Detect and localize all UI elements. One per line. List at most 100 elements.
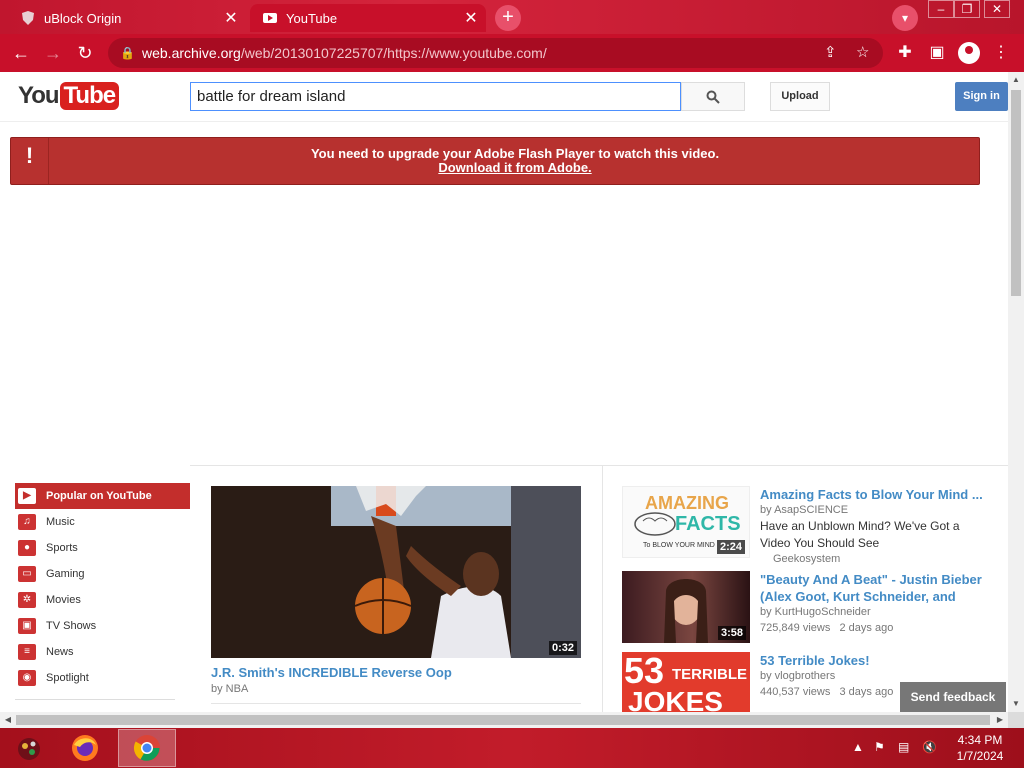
new-tab-button[interactable]: + [495,5,521,31]
guide-item-label: Music [46,516,75,528]
side-video-item[interactable]: 3:58 "Beauty And A Beat" - Justin Bieber… [622,571,992,646]
sports-ball-icon: ● [18,540,36,556]
address-bar[interactable]: 🔒 web.archive.org/web/20130107225707/htt… [108,38,883,68]
video-duration: 2:24 [716,540,745,554]
side-video-title[interactable]: 53 Terrible Jokes! [760,652,992,669]
side-video-thumbnail[interactable]: 3:58 [622,571,750,643]
view-count: 725,849 views [760,622,831,634]
video-feed: 0:32 J.R. Smith's INCREDIBLE Reverse Oop… [190,465,1008,712]
minimize-icon[interactable]: – [928,0,954,18]
guide-item-gaming[interactable]: ▭ Gaming [15,561,190,587]
side-video-thumbnail[interactable]: 53 TERRIBLE JOKES [622,652,750,712]
feed-divider [602,466,603,712]
guide-item-tv-shows[interactable]: ▣ TV Shows [15,613,190,639]
logo-you: You [18,82,60,109]
guide-item-news[interactable]: ≡ News [15,639,190,665]
send-feedback-button[interactable]: Send feedback [900,682,1006,712]
scroll-up-icon[interactable]: ▲ [1008,72,1024,88]
upload-age: 3 days ago [839,686,894,698]
brain-icon [634,512,676,536]
download-adobe-link[interactable]: Download it from Adobe. [51,161,979,175]
guide-item-sports[interactable]: ● Sports [15,535,190,561]
guide-item-label: News [46,646,74,658]
side-video-channel[interactable]: by KurtHugoSchneider [760,605,992,620]
youtube-favicon-icon [262,10,278,26]
tab-title: uBlock Origin [44,10,122,26]
network-icon[interactable]: ▤ [898,740,909,754]
side-video-item[interactable]: AMAZING FACTS To BLOW YOUR MIND 2:24 Ama… [622,486,992,566]
close-tab-icon[interactable]: ✕ [460,8,482,28]
share-icon[interactable]: ⇪ [824,38,837,68]
alert-exclamation-icon: ! [11,138,49,184]
side-video-title[interactable]: Amazing Facts to Blow Your Mind ... [760,486,992,503]
tab-title: YouTube [286,10,338,26]
search-input[interactable]: battle for dream island [190,82,681,111]
guide-item-spotlight[interactable]: ◉ Spotlight [15,665,190,691]
video-duration: 3:58 [717,626,746,640]
ublock-favicon-icon [20,10,36,26]
scroll-right-icon[interactable]: ▶ [992,712,1008,728]
guide-item-movies[interactable]: ✲ Movies [15,587,190,613]
thumb-text: To BLOW YOUR MIND [643,542,715,549]
close-window-icon[interactable]: ✕ [984,0,1010,18]
back-arrow-icon[interactable]: ← [8,40,34,66]
tab-search-chevron-icon[interactable]: ▾ [892,5,918,31]
horizontal-scrollbar[interactable]: ◀ ▶ [0,712,1008,728]
scrollbar-corner [1008,712,1024,728]
taskbar-chrome[interactable] [118,729,176,767]
bookmark-star-icon[interactable]: ☆ [856,38,869,68]
firefox-icon [72,735,98,761]
extensions-puzzle-icon[interactable]: ✚ [892,40,918,66]
thumb-text: JOKES [628,686,723,712]
scroll-down-icon[interactable]: ▼ [1008,696,1024,712]
main-video-thumbnail[interactable]: 0:32 [211,486,581,658]
side-video-title[interactable]: "Beauty And A Beat" - Justin Bieber (Ale… [760,571,992,605]
vertical-scrollbar[interactable]: ▲ ▼ [1008,72,1024,712]
forward-arrow-icon[interactable]: → [40,40,66,66]
gamepad-icon: ▭ [18,566,36,582]
restore-icon[interactable]: ❐ [954,0,980,18]
thumb-text: FACTS [675,513,741,535]
lock-icon: 🔒 [120,46,135,60]
browser-toolbar: ← → ↻ 🔒 web.archive.org/web/201301072257… [0,34,1024,72]
horizontal-scroll-thumb[interactable] [16,715,990,725]
flash-upgrade-alert: ! You need to upgrade your Adobe Flash P… [10,137,980,185]
close-tab-icon[interactable]: ✕ [220,8,242,28]
logo-tube: Tube [59,82,120,110]
system-clock[interactable]: 4:34 PM 1/7/2024 [950,732,1010,764]
side-video-channel[interactable]: Geekosystem [760,552,992,567]
action-center-flag-icon[interactable]: ⚑ [874,740,885,754]
side-video-title[interactable]: Have an Unblown Mind? We've Got a Video … [760,518,992,552]
main-video-title[interactable]: J.R. Smith's INCREDIBLE Reverse Oop [211,665,452,680]
side-panel-icon[interactable]: ▣ [924,40,950,66]
tab-youtube[interactable]: YouTube ✕ [250,4,486,32]
search-button[interactable] [681,82,745,111]
youtube-page: You Tube battle for dream island Upload … [0,72,1008,712]
tray-chevron-icon[interactable]: ▲ [852,740,864,754]
sign-in-button[interactable]: Sign in [955,82,1008,111]
start-button[interactable] [0,729,58,767]
guide-item-popular[interactable]: ▶ Popular on YouTube [15,483,190,509]
volume-muted-icon[interactable]: 🔇 [922,740,937,754]
guide-item-music[interactable]: ♫ Music [15,509,190,535]
windows-taskbar: ▲ ⚑ ▤ 🔇 4:34 PM 1/7/2024 [0,728,1024,768]
upload-button[interactable]: Upload [770,82,830,111]
url-path: /web/20130107225707/https://www.youtube.… [240,45,547,61]
profile-avatar-icon[interactable] [958,42,980,64]
headphones-icon: ♫ [18,514,36,530]
youtube-logo[interactable]: You Tube [18,82,120,110]
url-host: web.archive.org [142,45,241,61]
vertical-scroll-thumb[interactable] [1011,90,1021,296]
side-video-thumbnail[interactable]: AMAZING FACTS To BLOW YOUR MIND 2:24 [622,486,750,558]
start-orb-icon [18,738,40,760]
tab-ublock-origin[interactable]: uBlock Origin ✕ [8,4,246,32]
tv-icon: ▣ [18,618,36,634]
menu-kebab-icon[interactable]: ⋮ [988,40,1014,66]
main-video-channel[interactable]: by NBA [211,683,248,695]
taskbar-firefox[interactable] [56,729,114,767]
scroll-left-icon[interactable]: ◀ [0,712,16,728]
reload-icon[interactable]: ↻ [72,40,98,66]
side-video-channel[interactable]: by AsapSCIENCE [760,503,992,518]
guide-item-label: TV Shows [46,620,97,632]
guide-sidebar: ▶ Popular on YouTube ♫ Music ● Sports ▭ … [15,483,190,700]
